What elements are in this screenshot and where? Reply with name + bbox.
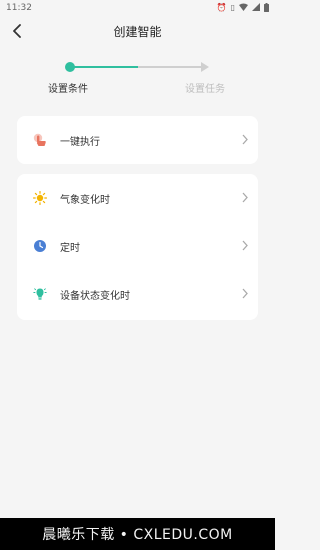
header: 创建智能 <box>0 16 275 46</box>
condition-label-weather: 气象变化时 <box>60 194 110 206</box>
condition-row-timer[interactable]: 定时 <box>17 222 258 270</box>
status-bar: 11:32 ⏰ ▯ <box>0 0 275 16</box>
condition-row-weather[interactable]: 气象变化时 <box>17 174 258 222</box>
conditions-card: 气象变化时 定时 设备状态变化时 <box>17 174 258 320</box>
one-click-card: 一键执行 <box>17 116 258 164</box>
back-button[interactable] <box>6 20 28 42</box>
one-click-row[interactable]: 一键执行 <box>17 116 258 164</box>
condition-label-device: 设备状态变化时 <box>60 290 130 302</box>
step-label-conditions: 设置条件 <box>48 84 88 95</box>
status-icons: ⏰ ▯ <box>216 2 269 14</box>
step-arrow-icon <box>201 62 209 72</box>
step-label-tasks: 设置任务 <box>185 84 225 95</box>
watermark-banner: 晨曦乐下载 • CXLEDU.COM <box>0 518 275 550</box>
page-title: 创建智能 <box>113 24 162 39</box>
condition-label-timer: 定时 <box>60 242 80 254</box>
signal-icon <box>252 3 260 13</box>
wifi-icon <box>239 3 248 13</box>
alarm-icon: ⏰ <box>216 3 227 12</box>
chevron-right-icon <box>242 134 248 145</box>
sun-icon <box>33 191 47 205</box>
step-indicator: 设置条件 设置任务 <box>0 46 275 95</box>
step-track-remaining <box>138 66 204 68</box>
tap-hand-icon <box>33 133 47 147</box>
status-time: 11:32 <box>6 3 32 13</box>
chevron-left-icon <box>13 24 21 38</box>
clock-icon <box>33 239 47 253</box>
chevron-right-icon <box>242 192 248 203</box>
step-track-progress <box>70 66 138 68</box>
one-click-label: 一键执行 <box>60 136 100 148</box>
battery-icon <box>264 2 269 14</box>
step-track <box>70 66 204 68</box>
condition-row-device[interactable]: 设备状态变化时 <box>17 270 258 318</box>
step-dot-current <box>65 62 75 72</box>
chevron-right-icon <box>242 288 248 299</box>
chevron-right-icon <box>242 240 248 251</box>
vibrate-icon: ▯ <box>230 3 235 12</box>
bulb-icon <box>33 287 47 301</box>
